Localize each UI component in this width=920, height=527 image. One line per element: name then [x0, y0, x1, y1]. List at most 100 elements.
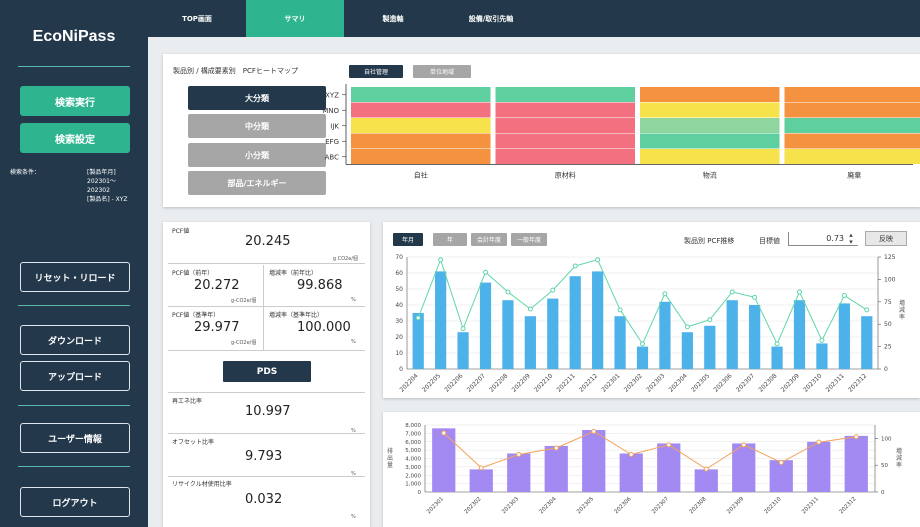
- search-execute-button[interactable]: 検索実行: [20, 86, 130, 116]
- heatmap-cell: [784, 87, 920, 102]
- tab-equipment-supplier[interactable]: 設備/取引先軸: [442, 0, 540, 37]
- y-tick-label: 70: [395, 254, 403, 261]
- bar: [544, 445, 568, 492]
- line-point: [483, 269, 488, 275]
- tab-summary[interactable]: サマリ: [246, 0, 344, 37]
- x-tick-label: 202305: [690, 372, 711, 393]
- divider: [18, 466, 130, 467]
- search-settings-button[interactable]: 検索設定: [20, 123, 130, 153]
- y2-tick-label: 100: [884, 276, 896, 283]
- reset-reload-button[interactable]: リセット・リロード: [20, 262, 130, 292]
- rate-base-value: 100.000: [297, 320, 351, 335]
- pcf-prev-unit: g-CO2e/個: [231, 298, 257, 304]
- tab-top[interactable]: TOP画面: [148, 0, 246, 37]
- pcf-base-unit: g-CO2e/個: [231, 340, 257, 346]
- line-point: [741, 442, 747, 448]
- bar: [619, 453, 643, 492]
- rate-base-pct: %: [351, 339, 356, 345]
- logout-button[interactable]: ログアウト: [20, 487, 130, 517]
- line-point: [797, 289, 802, 295]
- x-tick-label: 202206: [443, 372, 464, 393]
- x-tick-label: 202301: [600, 372, 621, 393]
- line-point: [553, 445, 559, 451]
- y-tick-label: 30: [395, 318, 403, 325]
- y-tick-label: 0: [418, 490, 422, 496]
- pcf-base-value: 29.977: [194, 320, 240, 335]
- pcf-prev-label: PCF値（前年）: [172, 270, 214, 277]
- upload-button[interactable]: アップロード: [20, 361, 130, 391]
- x-tick-label: 202304: [668, 372, 689, 393]
- y-tick-label: 0: [399, 366, 403, 373]
- x-tick-label: 202306: [614, 496, 633, 515]
- pcf-label: PCF値: [172, 228, 190, 235]
- heatmap-cell: [640, 133, 780, 149]
- bar: [582, 430, 606, 492]
- heatmap-cell: [784, 133, 920, 149]
- line-point: [527, 306, 533, 312]
- pcf-prev-value: 20.272: [194, 278, 240, 293]
- top-nav: TOP画面 サマリ 製造軸 設備/取引先軸: [148, 0, 920, 37]
- line-point: [774, 341, 780, 347]
- x-tick-label: 202308: [757, 372, 778, 393]
- line-point: [415, 315, 421, 321]
- bar: [659, 301, 671, 369]
- divider: [18, 405, 130, 406]
- y-tick-label: 8,000: [405, 423, 421, 429]
- line-point: [441, 430, 447, 436]
- line-point: [819, 337, 825, 343]
- bar: [524, 316, 536, 369]
- bar: [749, 305, 761, 369]
- pds-button[interactable]: PDS: [223, 361, 311, 382]
- heatmap-cell: [640, 149, 780, 164]
- bar: [457, 332, 469, 369]
- divider: [18, 66, 130, 67]
- line-point: [550, 287, 556, 293]
- line-point: [617, 307, 623, 313]
- x-tick-label: 202208: [488, 372, 509, 393]
- x-tick-label: 202207: [466, 372, 487, 393]
- y-tick-label: 10: [395, 350, 403, 357]
- line-point: [595, 257, 601, 263]
- x-tick-label: 202307: [735, 372, 756, 393]
- x-tick-label: 202310: [764, 496, 783, 515]
- x-tick-label: 202303: [645, 372, 666, 393]
- heatmap-col-label: 物流: [703, 171, 717, 180]
- x-tick-label: 202301: [426, 496, 445, 515]
- sidebar: EcoNiPass 検索実行 検索設定 検索条件： [製品年月] 202301～…: [0, 0, 148, 527]
- bar: [569, 276, 581, 369]
- y-tick-label: 20: [395, 334, 403, 341]
- heatmap-cell: [495, 133, 635, 149]
- x-tick-label: 202312: [847, 372, 868, 393]
- bar: [469, 469, 493, 492]
- x-tick-label: 202204: [398, 372, 419, 393]
- heatmap-cell: [495, 102, 635, 118]
- bar: [816, 343, 828, 369]
- user-info-button[interactable]: ユーザー情報: [20, 423, 130, 453]
- heatmap-cell: [351, 133, 491, 149]
- y-tick-label: 40: [395, 302, 403, 309]
- recycle-ratio-value: 0.032: [245, 492, 283, 507]
- bar: [435, 271, 447, 369]
- rate-prev-label: 増減率（前年比）: [269, 270, 318, 277]
- tab-manufacturing[interactable]: 製造軸: [344, 0, 442, 37]
- x-tick-label: 202302: [464, 496, 483, 515]
- search-condition-label: 検索条件：: [10, 169, 41, 176]
- heatmap-row-label: IJK: [330, 122, 339, 130]
- line-point: [516, 451, 522, 457]
- bar: [412, 313, 424, 369]
- x-tick-label: 202305: [576, 496, 595, 515]
- download-button[interactable]: ダウンロード: [20, 325, 130, 355]
- bar: [844, 435, 868, 492]
- bar: [838, 303, 850, 369]
- bar: [507, 453, 531, 492]
- bar: [657, 443, 681, 492]
- y-tick-label: 1,000: [405, 482, 421, 488]
- bar: [592, 271, 604, 369]
- line-point: [640, 341, 645, 347]
- line-point: [505, 289, 511, 295]
- heatmap-row-label: ABC: [325, 153, 339, 161]
- heatmap-cell: [784, 118, 920, 133]
- bar: [771, 346, 783, 369]
- line-point: [816, 439, 822, 445]
- line-point: [438, 257, 444, 263]
